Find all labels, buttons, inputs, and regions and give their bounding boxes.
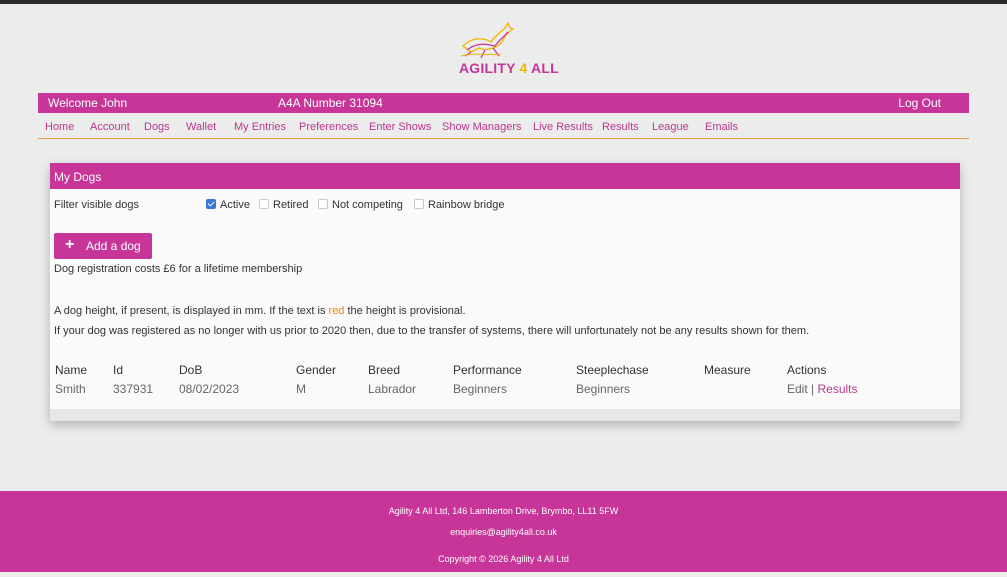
nav-home[interactable]: Home — [45, 121, 74, 133]
filter-label: Filter visible dogs — [54, 199, 139, 211]
nav-account[interactable]: Account — [90, 121, 130, 133]
logout-link[interactable]: Log Out — [898, 96, 941, 110]
filter-active[interactable]: Active — [206, 199, 250, 211]
footer-address: Agility 4 All Ltd, 146 Lamberton Drive, … — [388, 506, 619, 516]
nav-emails[interactable]: Emails — [705, 121, 738, 133]
welcome-bar: Welcome John A4A Number 31094 Log Out — [38, 93, 969, 113]
welcome-text: Welcome John — [48, 96, 128, 110]
main-nav: Home Account Dogs Wallet My Entries Pref… — [38, 114, 969, 139]
bottom-strip — [0, 572, 1007, 577]
nav-preferences[interactable]: Preferences — [299, 121, 358, 133]
nav-league[interactable]: League — [652, 121, 689, 133]
th-id: Id — [113, 363, 124, 377]
nav-wallet[interactable]: Wallet — [186, 121, 216, 133]
edit-link[interactable]: Edit — [787, 382, 808, 396]
cell-name: Smith — [55, 382, 86, 396]
nav-dogs[interactable]: Dogs — [144, 121, 170, 133]
footer-email[interactable]: enquiries@agility4all.co.uk — [0, 527, 1007, 537]
site-footer: Agility 4 All Ltd, 146 Lamberton Drive, … — [0, 491, 1007, 572]
th-dob: DoB — [179, 363, 203, 377]
plus-icon: + — [65, 236, 75, 253]
nav-enter-shows[interactable]: Enter Shows — [369, 121, 431, 133]
logo-text: AGILITY 4 ALL — [459, 60, 559, 76]
cell-performance: Beginners — [453, 382, 508, 396]
registration-note: Dog registration costs £6 for a lifetime… — [54, 263, 303, 275]
add-dog-button[interactable]: + Add a dog — [54, 233, 152, 259]
top-strip — [0, 0, 1007, 4]
filter-retired[interactable]: Retired — [259, 199, 308, 211]
th-gender: Gender — [296, 363, 337, 377]
card-title: My Dogs — [54, 170, 102, 184]
a4a-number: A4A Number 31094 — [278, 96, 383, 110]
dog-logo-icon — [460, 21, 515, 59]
nav-show-managers[interactable]: Show Managers — [442, 121, 522, 133]
cell-steeplechase: Beginners — [576, 382, 631, 396]
site-logo[interactable]: AGILITY 4 ALL — [455, 20, 559, 78]
th-performance: Performance — [453, 363, 522, 377]
results-link[interactable]: Results — [817, 382, 857, 396]
nav-results[interactable]: Results — [602, 121, 639, 133]
cell-actions: Edit | Results — [787, 382, 858, 396]
card-header: My Dogs — [50, 163, 960, 189]
th-breed: Breed — [368, 363, 401, 377]
filter-rainbow-bridge[interactable]: Rainbow bridge — [414, 199, 504, 211]
card-footer — [50, 409, 960, 421]
nav-my-entries[interactable]: My Entries — [234, 121, 286, 133]
checkbox-icon — [259, 199, 269, 209]
th-actions: Actions — [787, 363, 827, 377]
filter-not-competing[interactable]: Not competing — [318, 199, 403, 211]
cell-id: 337931 — [113, 382, 154, 396]
my-dogs-card: My Dogs Filter visible dogs Active Retir… — [50, 163, 960, 421]
checkbox-checked-icon — [206, 199, 216, 209]
transfer-note: If your dog was registered as no longer … — [54, 325, 810, 337]
th-name: Name — [55, 363, 88, 377]
nav-live-results[interactable]: Live Results — [533, 121, 593, 133]
footer-copyright: Copyright © 2026 Agility 4 All Ltd — [438, 554, 569, 564]
cell-breed: Labrador — [368, 382, 417, 396]
th-steeplechase: Steeplechase — [576, 363, 649, 377]
cell-gender: M — [296, 382, 306, 396]
cell-dob: 08/02/2023 — [179, 382, 240, 396]
checkbox-icon — [318, 199, 328, 209]
height-note: A dog height, if present, is displayed i… — [54, 305, 466, 317]
th-measure: Measure — [704, 363, 751, 377]
checkbox-icon — [414, 199, 424, 209]
